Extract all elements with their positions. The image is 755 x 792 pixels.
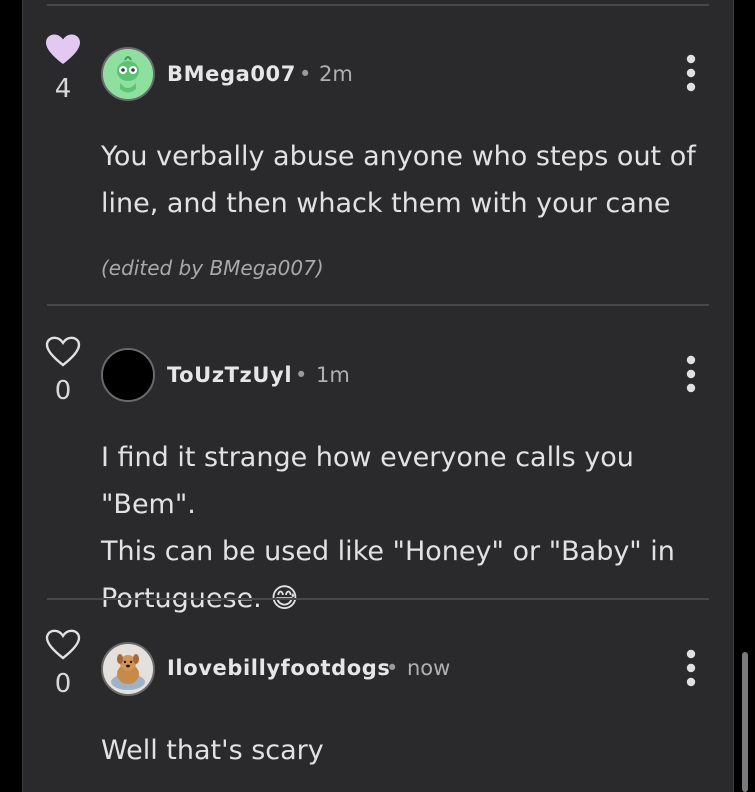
divider <box>47 4 709 6</box>
divider <box>47 598 709 600</box>
like-count: 0 <box>54 376 72 406</box>
comment-text: You verbally abuse anyone who steps out … <box>101 141 696 219</box>
vertical-ellipsis-icon[interactable] <box>683 649 699 687</box>
separator-dot: • <box>299 62 312 86</box>
edited-note: (edited by BMega007) <box>101 256 324 280</box>
heart-outline-icon[interactable] <box>45 336 81 368</box>
separator-dot: • <box>295 363 308 387</box>
avatar[interactable] <box>101 642 155 696</box>
timestamp: now <box>407 656 451 680</box>
green-cartoon-avatar-icon <box>103 49 153 99</box>
like-count: 0 <box>54 669 72 699</box>
scrollbar[interactable] <box>742 652 748 792</box>
comments-panel: 4 BMega007 • 2m You verbally abuse anyon… <box>22 0 734 792</box>
comment-text: I find it strange how everyone calls you… <box>101 434 716 622</box>
username[interactable]: Ilovebillyfootdogs <box>167 656 391 680</box>
timestamp: 2m <box>319 62 353 86</box>
comment-text-line: This can be used like "Honey" or "Baby" … <box>101 536 675 567</box>
heart-filled-icon[interactable] <box>45 34 81 66</box>
dog-photo-avatar-icon <box>103 644 153 694</box>
heart-outline-icon[interactable] <box>45 629 81 661</box>
username[interactable]: ToUzTzUyl <box>167 363 292 387</box>
vertical-ellipsis-icon[interactable] <box>683 355 699 393</box>
avatar[interactable] <box>101 348 155 402</box>
username[interactable]: BMega007 <box>167 62 296 86</box>
vertical-ellipsis-icon[interactable] <box>683 54 699 92</box>
like-count: 4 <box>54 74 72 104</box>
avatar[interactable] <box>101 47 155 101</box>
divider <box>47 304 709 306</box>
comment-text-line: I find it strange how everyone calls you… <box>101 442 634 520</box>
black-circle-avatar-icon <box>103 350 153 400</box>
timestamp: 1m <box>316 363 350 387</box>
comment-text: Well that's scary <box>101 735 324 766</box>
separator-dot: • <box>386 656 399 680</box>
